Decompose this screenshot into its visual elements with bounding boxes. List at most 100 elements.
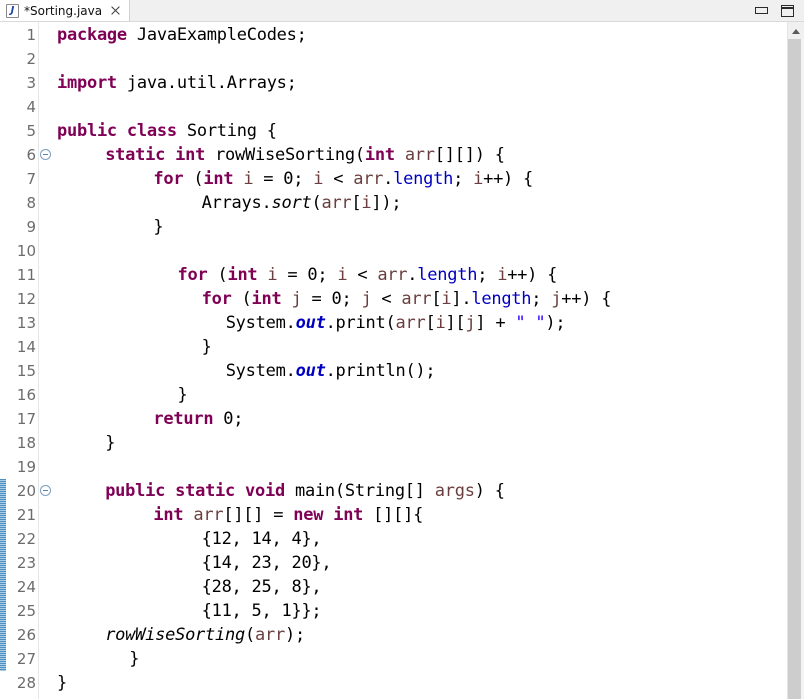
line-number: 11: [16, 266, 36, 284]
code-line[interactable]: return 0;: [153, 407, 243, 431]
code-line[interactable]: }: [202, 335, 212, 359]
scroll-up-arrow-icon[interactable]: [788, 22, 804, 39]
code-line[interactable]: }: [57, 671, 67, 695]
line-number: 15: [16, 362, 36, 380]
code-token: length: [417, 265, 478, 285]
code-token: {12, 14, 4},: [201, 529, 322, 549]
code-token: Arrays.: [201, 193, 272, 213]
code-line[interactable]: }: [105, 431, 115, 455]
code-token: ].: [451, 289, 472, 309]
editor-tab-sorting-java[interactable]: *Sorting.java: [0, 0, 131, 21]
line-number: 6: [26, 146, 36, 164]
code-token: arr: [254, 625, 285, 645]
code-line[interactable]: for (int i = 0; i < arr.length; i++) {: [178, 263, 558, 287]
code-folding-column[interactable]: [39, 22, 53, 699]
code-token: arr: [395, 313, 426, 333]
code-token: ++) {: [561, 289, 612, 309]
code-line[interactable]: public static void main(String[] args) {: [105, 479, 505, 503]
line-number: 20: [16, 482, 36, 500]
code-line[interactable]: }: [153, 215, 163, 239]
code-token: 0;: [213, 409, 244, 429]
code-token: static: [105, 145, 166, 165]
code-token: ][: [445, 313, 466, 333]
maximize-icon[interactable]: [781, 4, 794, 17]
code-line[interactable]: {12, 14, 4},: [202, 527, 322, 551]
line-number: 27: [16, 650, 36, 668]
code-token: int: [251, 289, 282, 309]
code-line[interactable]: package JavaExampleCodes;: [57, 23, 307, 47]
code-line[interactable]: for (int i = 0; i < arr.length; i++) {: [153, 167, 533, 191]
code-token: int: [364, 145, 395, 165]
vertical-scrollbar[interactable]: [787, 22, 804, 699]
code-token: }: [105, 433, 116, 453]
code-token: ++) {: [507, 265, 558, 285]
fold-collapse-icon[interactable]: [40, 485, 51, 496]
close-icon[interactable]: [109, 4, 122, 17]
code-line[interactable]: System.out.print(arr[i][j] + " ");: [226, 311, 566, 335]
code-token: i: [313, 169, 324, 189]
code-token: arr: [377, 265, 408, 285]
code-token: .: [407, 265, 418, 285]
code-token: out: [295, 313, 326, 333]
code-token: .println();: [325, 361, 436, 381]
code-token: {28, 25, 8},: [201, 577, 322, 597]
minimize-icon[interactable]: [755, 7, 768, 14]
code-line[interactable]: rowWiseSorting(arr);: [105, 623, 305, 647]
code-line[interactable]: {28, 25, 8},: [202, 575, 322, 599]
tab-bar-filler: [130, 0, 755, 21]
code-token: arr: [404, 145, 435, 165]
line-number: 7: [26, 170, 36, 188]
code-line[interactable]: {11, 5, 1}};: [202, 599, 322, 623]
code-token: = 0;: [253, 169, 314, 189]
code-token: [][]) {: [434, 145, 505, 165]
code-line[interactable]: Arrays.sort(arr[i]);: [202, 191, 402, 215]
code-line[interactable]: public class Sorting {: [57, 119, 277, 143]
line-number: 3: [26, 74, 36, 92]
code-token: public: [57, 121, 117, 141]
code-token: ) {: [474, 481, 505, 501]
code-token: int: [203, 169, 234, 189]
code-token: System.: [225, 313, 296, 333]
code-token: (: [183, 169, 204, 189]
code-token: arr: [401, 289, 432, 309]
code-token: return: [153, 409, 214, 429]
line-number: 2: [26, 50, 36, 68]
code-token: i: [337, 265, 348, 285]
editor-tab-bar: *Sorting.java: [0, 0, 804, 22]
code-token: args: [434, 481, 475, 501]
code-token: );: [545, 313, 566, 333]
code-token: (: [207, 265, 228, 285]
code-token: }: [201, 337, 212, 357]
code-line[interactable]: int arr[][] = new int [][]{: [153, 503, 423, 527]
code-token: }: [153, 217, 164, 237]
source-code-text[interactable]: package JavaExampleCodes; import java.uti…: [53, 22, 787, 699]
code-line[interactable]: System.out.println();: [226, 359, 436, 383]
line-number: 24: [16, 578, 36, 596]
code-token: for: [153, 169, 184, 189]
code-token: .: [383, 169, 394, 189]
code-line[interactable]: for (int j = 0; j < arr[i].length; j++) …: [202, 287, 612, 311]
code-line[interactable]: {14, 23, 20},: [202, 551, 332, 575]
code-token: (: [244, 625, 255, 645]
eclipse-java-editor-window: *Sorting.java 12345678910111213141516171…: [0, 0, 804, 699]
code-token: class: [126, 121, 177, 141]
code-line[interactable]: }: [129, 647, 139, 671]
line-number: 25: [16, 602, 36, 620]
line-number: 19: [16, 458, 36, 476]
code-line[interactable]: import java.util.Arrays;: [57, 71, 297, 95]
scrollbar-thumb[interactable]: [788, 39, 801, 699]
code-line[interactable]: }: [178, 383, 188, 407]
code-token: length: [393, 169, 454, 189]
code-line[interactable]: static int rowWiseSorting(int arr[][]) {: [105, 143, 505, 167]
code-token: }: [57, 673, 67, 693]
code-token: i: [267, 265, 278, 285]
fold-collapse-icon[interactable]: [40, 149, 51, 160]
code-token: int: [227, 265, 258, 285]
code-token: (: [311, 193, 322, 213]
code-token: ] +: [475, 313, 516, 333]
code-token: ]);: [371, 193, 402, 213]
line-number: 9: [26, 218, 36, 236]
